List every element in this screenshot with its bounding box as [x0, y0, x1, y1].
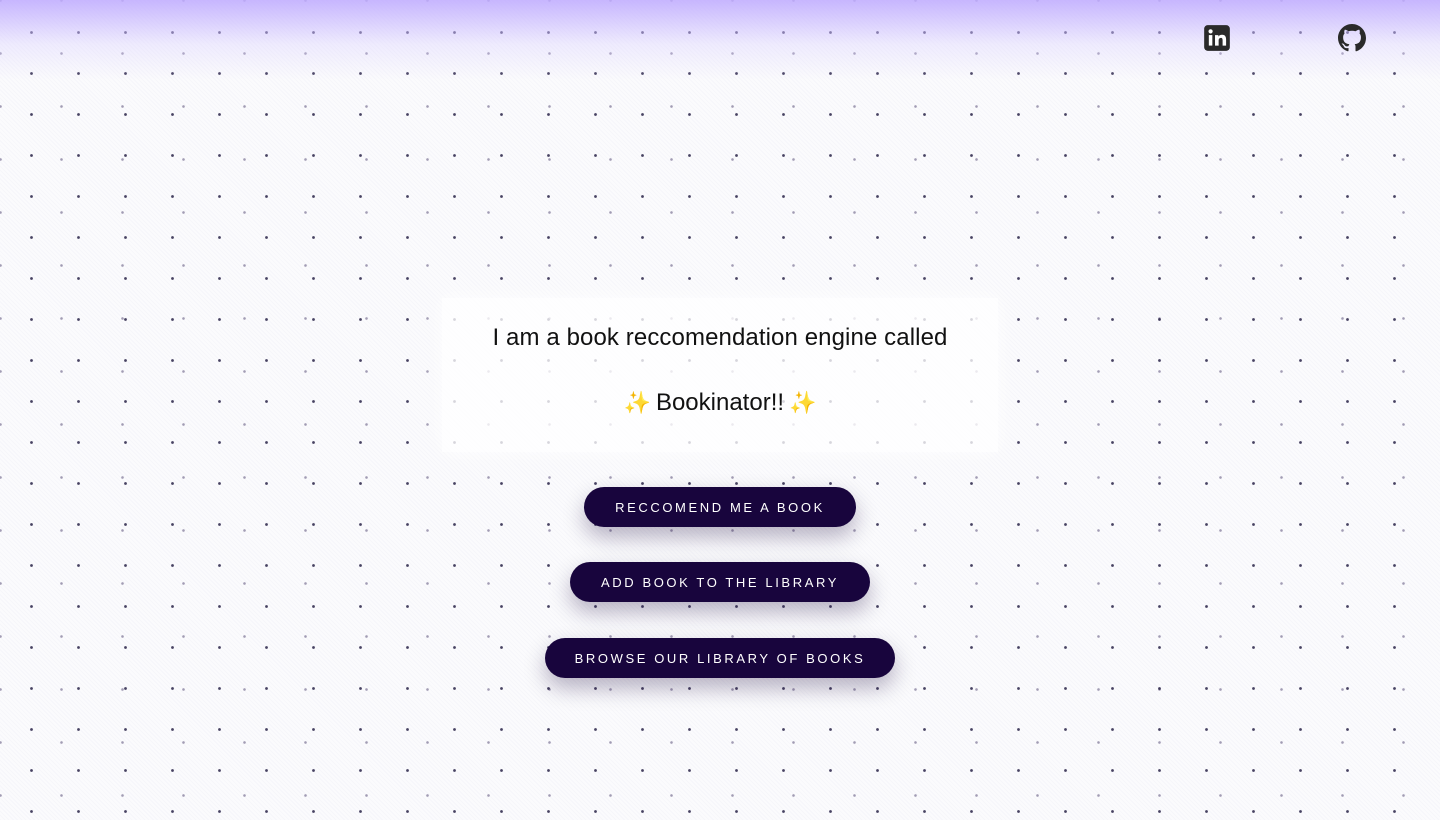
linkedin-link[interactable] — [1203, 24, 1231, 52]
linkedin-icon — [1203, 24, 1231, 52]
intro-text: I am a book reccomendation engine called — [492, 324, 948, 351]
browse-library-button[interactable]: BROWSE OUR LIBRARY OF BOOKS — [545, 638, 895, 678]
add-book-button[interactable]: ADD BOOK TO THE LIBRARY — [570, 562, 870, 602]
app-title: ✨ Bookinator!! ✨ — [442, 389, 998, 417]
app-name: Bookinator!! — [655, 389, 785, 416]
recommend-book-button[interactable]: RECCOMEND ME A BOOK — [584, 487, 856, 527]
github-icon — [1338, 24, 1366, 52]
github-link[interactable] — [1338, 24, 1366, 52]
intro-card: I am a book reccomendation engine called… — [442, 298, 998, 452]
sparkle-icon: ✨ — [789, 390, 817, 415]
sparkle-icon: ✨ — [623, 390, 651, 415]
